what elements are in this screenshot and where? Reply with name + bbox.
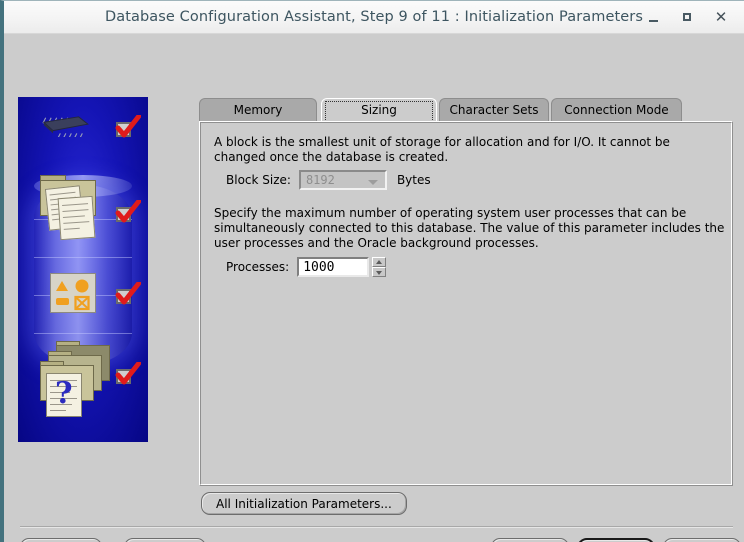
tab-character-sets[interactable]: Character Sets bbox=[439, 98, 549, 122]
cancel-button[interactable]: Cancel bbox=[20, 538, 102, 542]
block-size-row: Block Size: 8192 Bytes bbox=[226, 170, 431, 190]
close-button[interactable]: ✕ bbox=[704, 1, 738, 33]
next-button[interactable]: Next » bbox=[577, 538, 655, 542]
wizard-navigation: « Back Next » Finish bbox=[491, 538, 741, 542]
tab-bar: Memory Sizing Character Sets Connection … bbox=[199, 98, 733, 122]
footer-left-actions: Cancel Help bbox=[20, 538, 206, 542]
tab-sizing-label: Sizing bbox=[361, 103, 397, 117]
sizing-tab-panel: A block is the smallest unit of storage … bbox=[199, 121, 733, 486]
block-size-value: 8192 bbox=[305, 173, 335, 187]
tab-character-sets-label: Character Sets bbox=[449, 103, 539, 117]
chip-step-check-icon bbox=[115, 115, 141, 139]
wizard-illustration: ? bbox=[18, 97, 148, 442]
footer-divider bbox=[20, 526, 733, 528]
shapes-step-check-icon bbox=[115, 282, 141, 306]
chevron-down-icon bbox=[367, 180, 378, 185]
folders-step-check-icon bbox=[115, 362, 141, 386]
tab-sizing[interactable]: Sizing bbox=[321, 98, 437, 122]
minimize-button[interactable] bbox=[636, 1, 670, 33]
processes-stepper[interactable] bbox=[372, 257, 387, 277]
cpu-chip-icon bbox=[42, 116, 89, 137]
processes-stepper-up[interactable] bbox=[372, 257, 387, 267]
tab-memory-label: Memory bbox=[233, 103, 283, 117]
window-body: ? Memory Sizing Character Sets Connectio… bbox=[4, 34, 744, 542]
maximize-icon bbox=[683, 13, 691, 21]
close-icon: ✕ bbox=[714, 7, 728, 26]
block-size-label: Block Size: bbox=[226, 173, 291, 187]
title-bar: Database Configuration Assistant, Step 9… bbox=[4, 1, 744, 34]
question-mark-glyph: ? bbox=[55, 376, 73, 411]
window-title: Database Configuration Assistant, Step 9… bbox=[104, 9, 644, 25]
finish-button[interactable]: Finish bbox=[663, 538, 741, 542]
block-size-select[interactable]: 8192 bbox=[298, 170, 387, 190]
documents-step-check-icon bbox=[115, 200, 141, 224]
tab-memory[interactable]: Memory bbox=[199, 98, 317, 122]
processes-stepper-down[interactable] bbox=[372, 267, 387, 277]
processes-label: Processes: bbox=[226, 260, 290, 274]
all-initialization-parameters-button[interactable]: All Initialization Parameters... bbox=[201, 492, 407, 515]
tab-connection-mode-label: Connection Mode bbox=[564, 103, 669, 117]
block-size-unit-label: Bytes bbox=[396, 173, 431, 187]
minimize-icon bbox=[648, 19, 658, 22]
processes-input[interactable] bbox=[297, 257, 370, 277]
block-size-description: A block is the smallest unit of storage … bbox=[214, 135, 670, 164]
all-initialization-parameters-label: All Initialization Parameters... bbox=[216, 496, 392, 511]
tab-connection-mode[interactable]: Connection Mode bbox=[551, 98, 682, 122]
document-sheet-2 bbox=[57, 195, 96, 241]
schema-objects-icon bbox=[50, 273, 96, 313]
back-button[interactable]: « Back bbox=[491, 538, 569, 542]
window-controls: ✕ bbox=[636, 1, 738, 33]
processes-description: Specify the maximum number of operating … bbox=[214, 206, 725, 250]
maximize-button[interactable] bbox=[670, 1, 704, 33]
help-document-icon: ? bbox=[46, 373, 82, 417]
sizing-panel-inner: A block is the smallest unit of storage … bbox=[200, 122, 732, 485]
dbca-window: Database Configuration Assistant, Step 9… bbox=[0, 0, 744, 542]
help-button[interactable]: Help bbox=[124, 538, 206, 542]
processes-row: Processes: bbox=[226, 257, 387, 277]
